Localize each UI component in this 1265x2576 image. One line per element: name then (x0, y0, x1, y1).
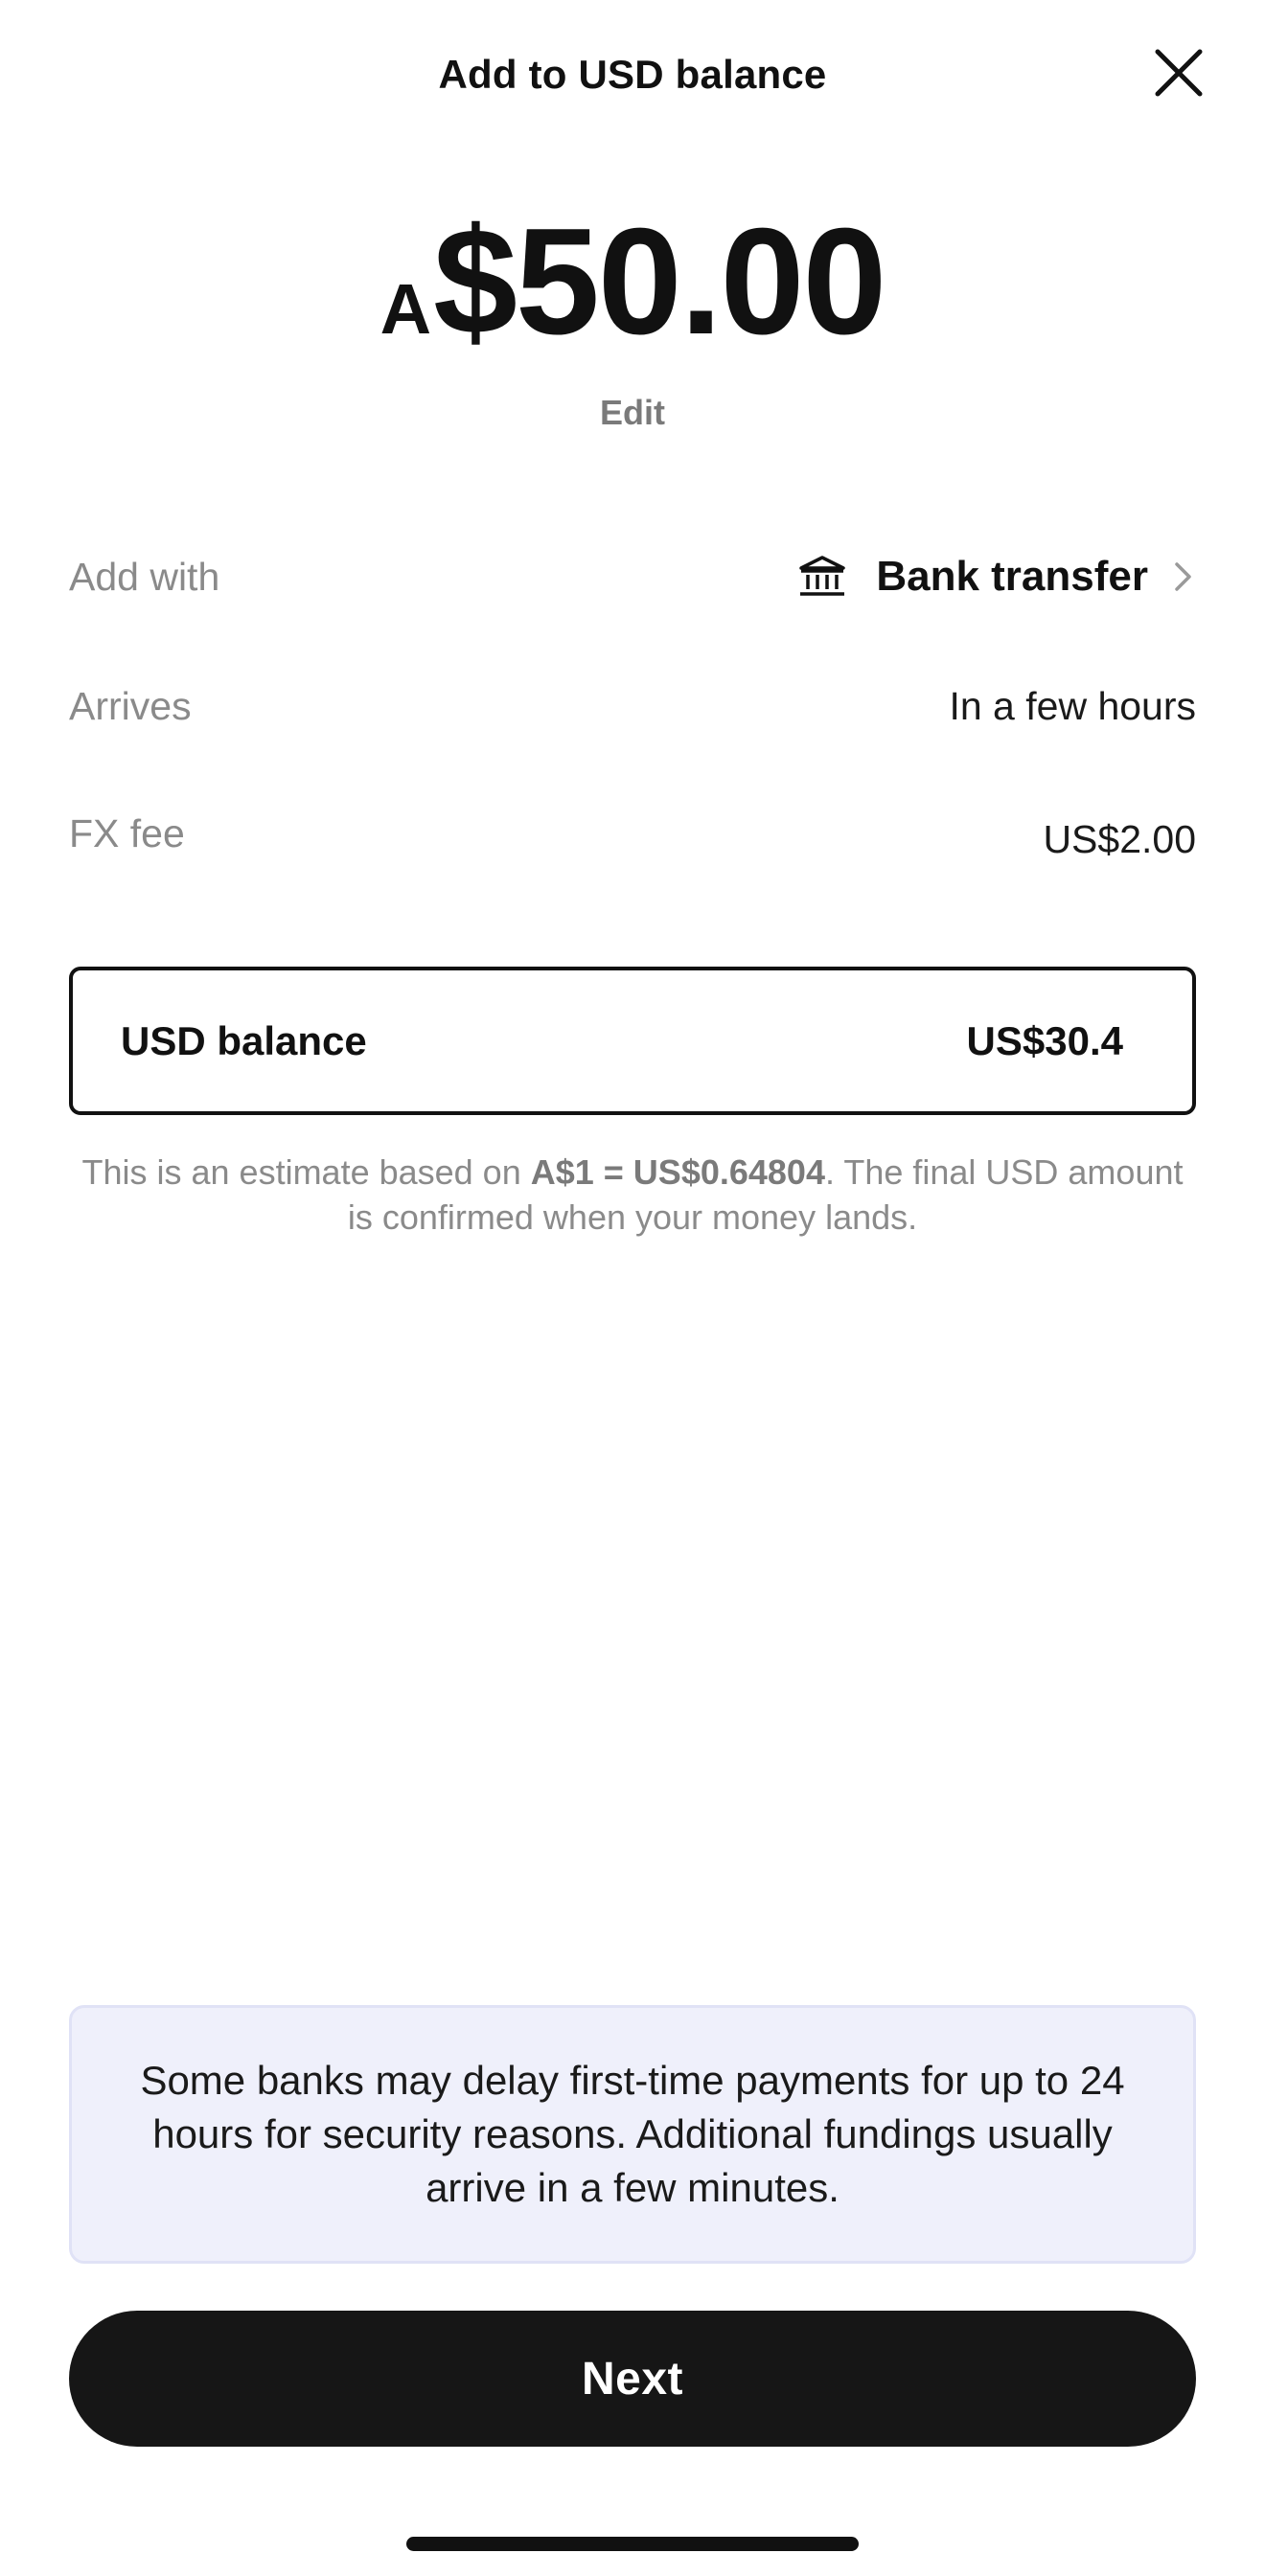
notice-text: Some banks may delay first-time payments… (140, 2058, 1125, 2210)
payment-method-label: Bank transfer (876, 553, 1148, 600)
chevron-right-icon (1175, 562, 1191, 591)
fx-fee-value: US$2.00 (1043, 816, 1196, 861)
arrives-label: Arrives (69, 683, 192, 728)
exchange-rate-note: This is an estimate based on A$1 = US$0.… (77, 1150, 1188, 1240)
exchange-rate: A$1 = US$0.64804 (530, 1152, 825, 1192)
amount-value: $50.00 (433, 197, 886, 366)
usd-balance-card: USD balance US$30.4 (69, 967, 1196, 1115)
fx-fee-label: FX fee (69, 810, 185, 855)
bank-delay-notice: Some banks may delay first-time payments… (69, 2005, 1196, 2264)
amount-display: A$50.00 (0, 206, 1265, 357)
bank-icon (799, 556, 846, 596)
add-with-label: Add with (69, 554, 220, 599)
home-indicator (406, 2537, 859, 2551)
page-title: Add to USD balance (438, 52, 827, 97)
currency-prefix: A (380, 269, 432, 349)
close-icon (1155, 49, 1203, 97)
fx-fee-row: FX fee US$2.00 (69, 805, 1196, 862)
balance-label: USD balance (121, 1017, 367, 1063)
header: Add to USD balance (0, 0, 1265, 158)
arrives-row: Arrives In a few hours (69, 677, 1196, 735)
edit-amount-link[interactable]: Edit (0, 393, 1265, 433)
close-button[interactable] (1152, 46, 1206, 100)
next-button[interactable]: Next (69, 2311, 1196, 2447)
balance-value: US$30.4 (966, 1017, 1123, 1063)
estimate-prefix: This is an estimate based on (81, 1152, 531, 1192)
arrives-value: In a few hours (949, 683, 1196, 728)
add-with-row: Add with Bank transfer (69, 548, 1196, 605)
payment-method-selector[interactable]: Bank transfer (797, 553, 1196, 601)
